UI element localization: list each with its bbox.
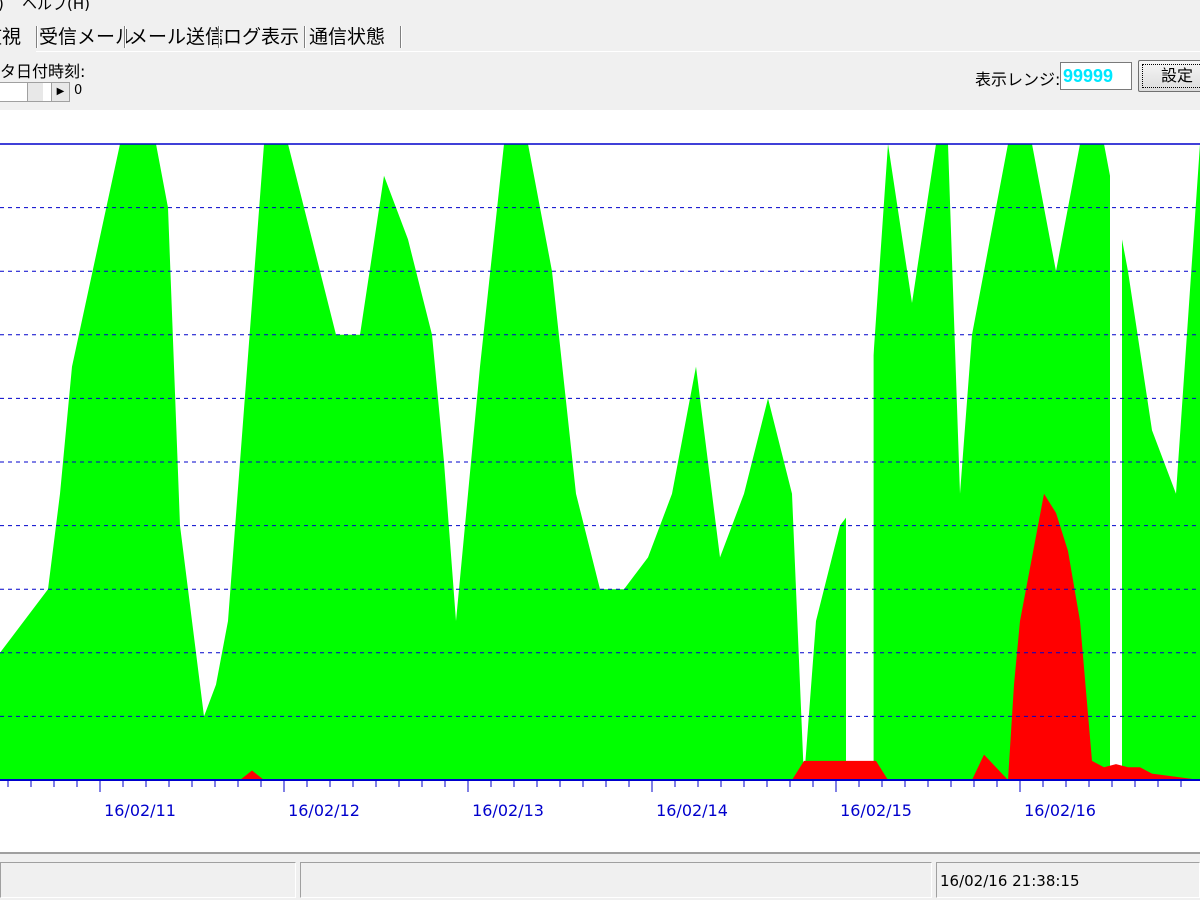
date-scrollbar[interactable]: ▶	[0, 82, 70, 102]
x-tick-label: 16/02/15	[840, 801, 912, 820]
scrollbar-thumb[interactable]	[27, 83, 43, 101]
status-pane-left	[0, 862, 296, 898]
status-pane-middle	[300, 862, 932, 898]
x-tick-label: 16/02/11	[104, 801, 176, 820]
tab-log-view-label: ログ表示	[223, 26, 300, 48]
menu-item-help[interactable]: ヘルプ(H)	[22, 0, 90, 12]
status-bar: 16/02/16 21:38:15	[0, 852, 1200, 900]
tab-monitor-label: 監視	[0, 26, 22, 48]
tab-send-mail[interactable]: メール送信	[126, 22, 224, 52]
menu-bar: ) ヘルプ(H)	[0, 0, 1200, 18]
chart-area: 16/02/11 16/02/12 16/02/13 16/02/14 16/02/15…	[0, 110, 1200, 852]
traffic-chart: 16/02/11 16/02/12 16/02/13 16/02/14 16/02/15…	[0, 143, 1200, 820]
x-tick-label: 16/02/14	[656, 801, 728, 820]
tab-received-mail-label: 受信メール	[39, 26, 135, 48]
status-timestamp: 16/02/16 21:38:15	[940, 872, 1080, 890]
tab-comm-status-label: 通信状態	[309, 26, 386, 48]
tab-comm-status[interactable]: 通信状態	[306, 22, 402, 52]
display-range-label: 表示レンジ:	[975, 70, 1061, 89]
x-tick-label: 16/02/16	[1024, 801, 1096, 820]
menu-item-partial[interactable]: )	[0, 0, 4, 12]
tab-monitor[interactable]: 監視	[0, 22, 38, 52]
set-button[interactable]: 設定	[1138, 60, 1200, 92]
display-range-input[interactable]: 99999	[1060, 62, 1132, 90]
toolbar: タ日付時刻: ▶ 0 表示レンジ: 99999 設定	[0, 52, 1200, 110]
x-tick-label: 16/02/12	[288, 801, 360, 820]
tab-bar: 監視 受信メール メール送信 ログ表示 通信状態	[0, 22, 1200, 52]
right-arrow-icon[interactable]: ▶	[51, 83, 69, 101]
tab-send-mail-label: メール送信	[129, 26, 225, 48]
tab-separator	[400, 26, 402, 48]
tab-received-mail[interactable]: 受信メール	[36, 22, 134, 52]
x-tick-label: 16/02/13	[472, 801, 544, 820]
scroll-value: 0	[74, 83, 83, 98]
date-time-label: タ日付時刻:	[0, 62, 86, 81]
tab-log-view[interactable]: ログ表示	[220, 22, 306, 52]
